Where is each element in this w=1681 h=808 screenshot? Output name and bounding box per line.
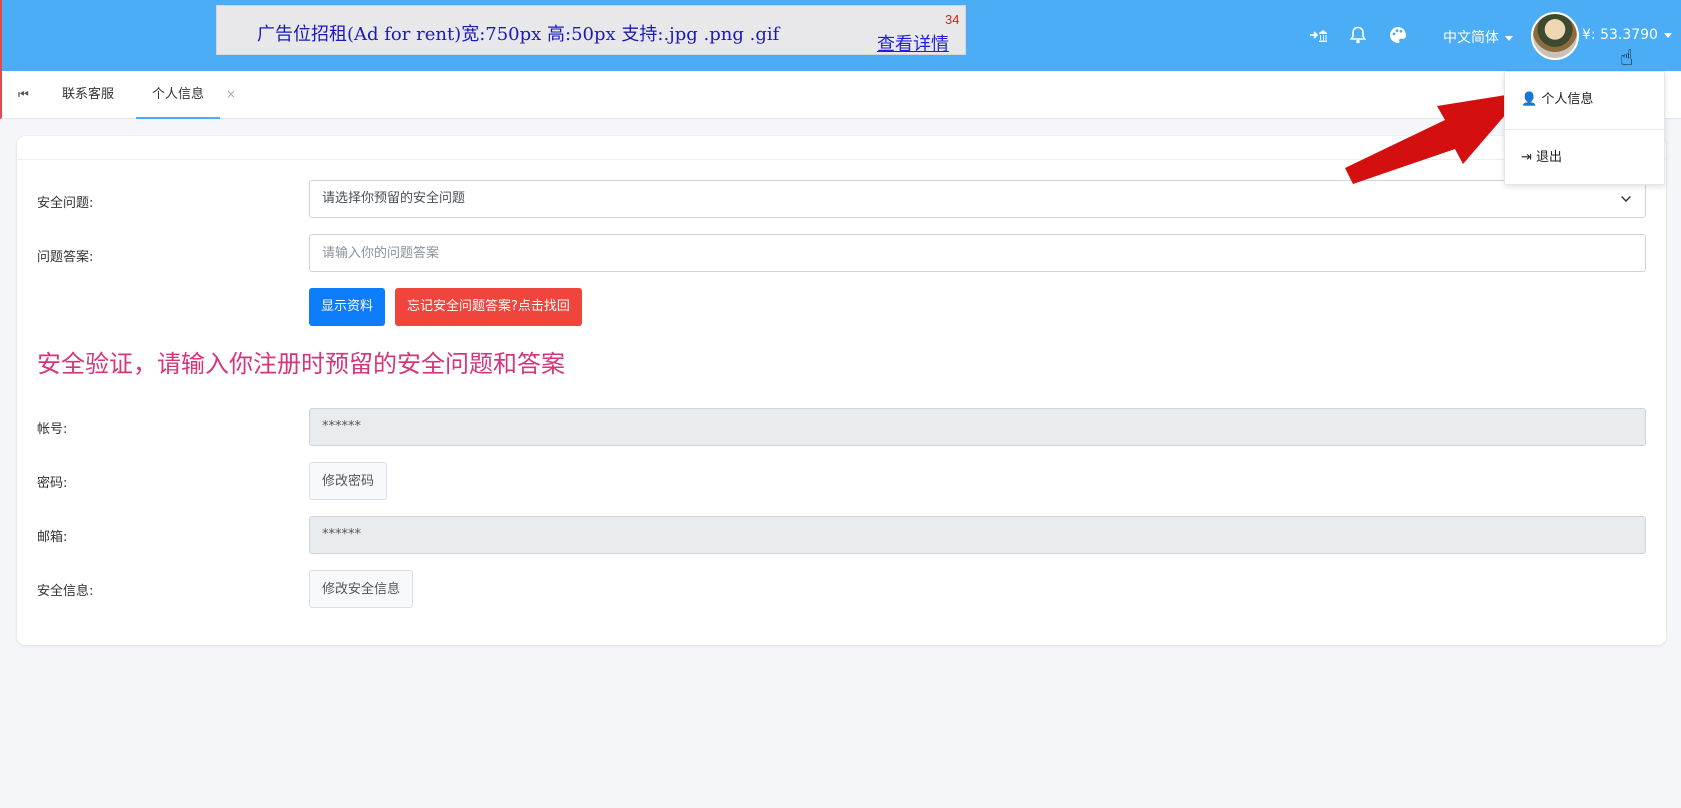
email-label: 邮箱: xyxy=(37,530,68,545)
forgot-answer-button[interactable]: 忘记安全问题答案?点击找回 xyxy=(395,288,582,326)
tab-personal-info[interactable]: 个人信息 xyxy=(136,71,221,119)
annotation-arrow xyxy=(1345,92,1525,184)
top-navbar: 广告位招租(Ad for rent)宽:750px 高:50px 支持:.jpg… xyxy=(0,0,1681,71)
answer-label: 问题答案: xyxy=(37,250,94,265)
login-arrow-icon[interactable] xyxy=(1308,24,1330,46)
show-info-button[interactable]: 显示资料 xyxy=(309,288,386,326)
account-label: 帐号: xyxy=(37,422,68,437)
security-question-value: 请选择你预留的安全问题 xyxy=(322,191,466,206)
language-dropdown[interactable]: 中文简体 xyxy=(1443,27,1513,47)
ad-counter: 34 xyxy=(945,12,960,27)
answer-input[interactable] xyxy=(309,234,1646,272)
bell-icon[interactable] xyxy=(1347,24,1369,46)
logout-menu-item[interactable]: ⇥ 退出 xyxy=(1505,130,1666,186)
balance-label: ¥: 53.3790 xyxy=(1582,27,1658,43)
avatar[interactable] xyxy=(1531,12,1579,60)
email-field: ****** xyxy=(309,516,1646,554)
ad-banner[interactable]: 广告位招租(Ad for rent)宽:750px 高:50px 支持:.jpg… xyxy=(216,5,966,55)
user-dropdown-menu: 👤 个人信息 ⇥ 退出 xyxy=(1504,71,1666,186)
balance-dropdown[interactable]: ¥: 53.3790 xyxy=(1582,27,1672,43)
close-icon[interactable]: × xyxy=(226,87,236,101)
skip-back-icon[interactable]: ⏮ xyxy=(18,87,29,102)
change-security-info-button[interactable]: 修改安全信息 xyxy=(309,570,414,608)
palette-icon[interactable] xyxy=(1387,24,1409,46)
ad-text: 广告位招租(Ad for rent)宽:750px 高:50px 支持:.jpg… xyxy=(257,24,780,45)
profile-menu-label: 个人信息 xyxy=(1541,92,1594,107)
tab-contact-support[interactable]: 联系客服 xyxy=(62,71,114,119)
profile-menu-item[interactable]: 👤 个人信息 xyxy=(1505,72,1666,128)
logout-menu-label: 退出 xyxy=(1536,150,1563,165)
change-password-button[interactable]: 修改密码 xyxy=(309,462,388,500)
security-question-label: 安全问题: xyxy=(37,196,94,211)
chevron-down-icon xyxy=(1505,35,1513,41)
security-info-label: 安全信息: xyxy=(37,584,94,599)
chevron-down-icon xyxy=(1663,32,1672,38)
chevron-down-icon xyxy=(1621,192,1631,202)
language-label: 中文简体 xyxy=(1443,30,1499,46)
ad-details-link[interactable]: 查看详情 xyxy=(877,30,949,56)
account-field: ****** xyxy=(309,408,1646,446)
logout-icon: ⇥ xyxy=(1521,150,1532,165)
pointer-cursor-icon: ☝ xyxy=(1620,46,1634,71)
password-label: 密码: xyxy=(37,476,68,491)
security-question-select[interactable]: 请选择你预留的安全问题 xyxy=(309,180,1646,218)
personal-info-card: 安全问题: 请选择你预留的安全问题 问题答案: 显示资料 忘记安全问题答案?点击… xyxy=(17,136,1666,645)
user-icon: 👤 xyxy=(1521,92,1538,107)
security-notice: 安全验证，请输入你注册时预留的安全问题和答案 xyxy=(37,350,565,378)
